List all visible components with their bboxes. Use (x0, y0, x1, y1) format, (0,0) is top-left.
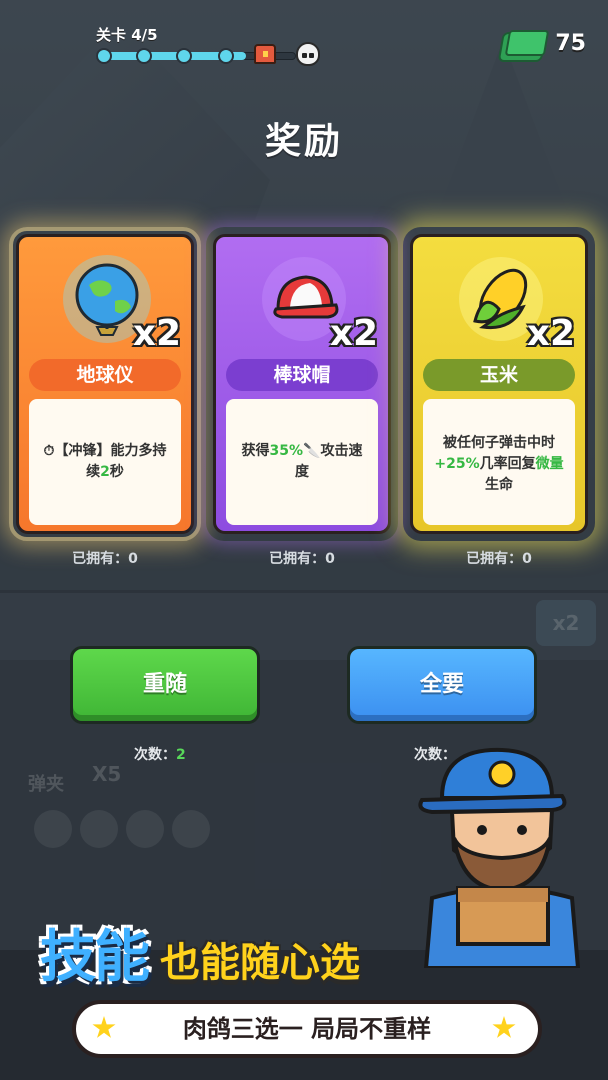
card-count: x2 (132, 313, 181, 354)
progress-node (136, 48, 152, 64)
promo-headline-secondary: 也能随心选 (160, 940, 360, 986)
desc-highlight: 35% (269, 443, 304, 459)
card-name: 棒球帽 (226, 359, 378, 391)
promo-headline-main: 技能 (40, 925, 150, 990)
reward-card-corn[interactable]: x2 玉米 被任何子弹击中时 +25%几率回复微量 生命 (410, 234, 588, 534)
desc-highlight: 微量 (535, 456, 564, 472)
desc-text: 生命 (485, 477, 513, 493)
card-description: ⏱【冲锋】能力多持续2秒 (29, 399, 181, 525)
reward-title: 奖励 (264, 121, 343, 162)
card-name: 玉米 (423, 359, 575, 391)
take-all-button[interactable]: 全要 (347, 646, 537, 724)
promo-subline: 肉鸽三选一 局局不重样 (72, 1000, 542, 1058)
desc-text: 几率回复 (479, 456, 536, 472)
owned-count: 已拥有：0 (269, 551, 335, 567)
progress-node (176, 48, 192, 64)
reroll-times: 次数：2 (134, 744, 186, 764)
desc-text: 秒 (109, 464, 124, 480)
level-label: 关卡 4/5 (96, 26, 158, 44)
desc-text: 🔪攻击速度 (295, 443, 363, 480)
card-count: x2 (526, 313, 575, 354)
times-label: 次数： (134, 747, 176, 763)
card-count: x2 (329, 313, 378, 354)
cash-stack-icon (505, 30, 550, 56)
desc-highlight: 2 (100, 464, 110, 480)
progress-node (96, 48, 112, 64)
desc-text: 被任何子弹击中时 (443, 435, 555, 451)
cash-counter: 75 (505, 30, 586, 56)
level-progress-bar (96, 48, 316, 64)
card-description: 获得35%🔪攻击速度 (226, 399, 378, 525)
owned-count: 已拥有：0 (72, 551, 138, 567)
mascot-character-icon (418, 747, 581, 968)
times-value: 2 (176, 747, 186, 763)
owned-count: 已拥有：0 (466, 551, 532, 567)
desc-highlight: +25% (434, 456, 480, 472)
reward-card-baseball-cap[interactable]: x2 棒球帽 获得35%🔪攻击速度 (213, 234, 391, 534)
cash-value: 75 (555, 30, 586, 56)
treasure-chest-icon (254, 44, 276, 64)
reroll-button[interactable]: 重随 (70, 646, 260, 724)
desc-text: 获得 (241, 443, 270, 459)
card-description: 被任何子弹击中时 +25%几率回复微量 生命 (423, 399, 575, 525)
reward-card-globe[interactable]: x2 地球仪 ⏱【冲锋】能力多持续2秒 (9, 227, 201, 541)
card-name: 地球仪 (29, 359, 181, 391)
boss-skull-icon (296, 42, 320, 66)
progress-node (218, 48, 234, 64)
